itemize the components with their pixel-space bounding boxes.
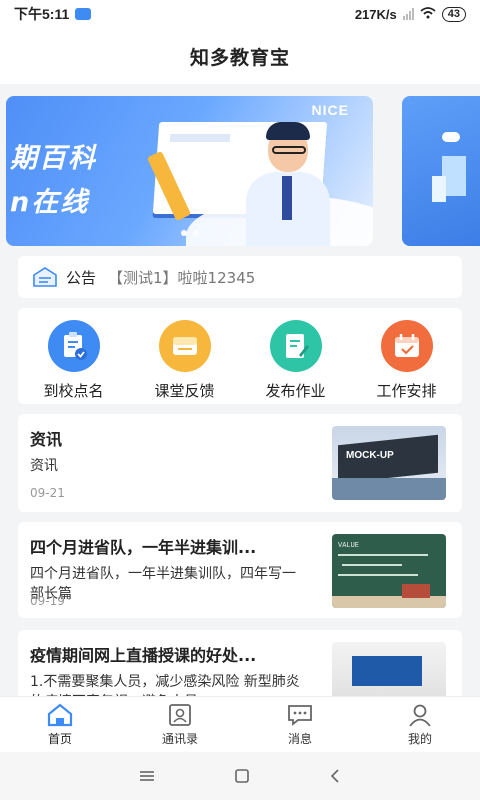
article-date: 09-21 xyxy=(30,486,65,500)
article-thumbnail: VALUE xyxy=(332,534,446,608)
thumbnail-mockup-text: MOCK-UP xyxy=(346,450,394,461)
thumbnail-chalk-text: VALUE xyxy=(338,542,360,550)
shortcut-schedule[interactable]: 工作安排 xyxy=(351,308,462,404)
banner-slide[interactable]: 期百科 n在线 NICE xyxy=(6,96,373,246)
shortcut-grid: 到校点名 课堂反馈 发布作业 工作安排 xyxy=(18,308,462,404)
building-illustration xyxy=(432,176,446,202)
banner-line2: n在线 xyxy=(10,187,90,218)
shortcut-homework[interactable]: 发布作业 xyxy=(240,308,351,404)
contacts-icon xyxy=(169,703,191,726)
article-date: 09-19 xyxy=(30,594,65,608)
calendar-check-icon xyxy=(380,320,433,372)
shortcut-label: 到校点名 xyxy=(43,382,104,400)
tab-label: 我的 xyxy=(407,731,432,746)
cloud-illustration xyxy=(442,132,460,142)
tab-home[interactable]: 首页 xyxy=(0,697,120,752)
announcement-icon xyxy=(33,267,57,287)
article-desc: 四个月进省队，一年半进集训队，四年写一部长篇 xyxy=(30,566,296,602)
cloud-icon xyxy=(75,8,92,20)
article-thumbnail: MOCK-UP xyxy=(332,426,446,500)
feedback-envelope-icon xyxy=(158,320,211,372)
notice-text: 【测试1】啦啦12345 xyxy=(108,268,256,287)
clipboard-check-icon xyxy=(47,320,100,372)
title-bar: 知多教育宝 xyxy=(0,28,480,84)
home-icon xyxy=(47,703,73,726)
status-bar: 下午5:11 217K/s 43 xyxy=(0,0,480,28)
banner-line1: 期百科 xyxy=(10,143,97,174)
tab-label: 通讯录 xyxy=(161,731,198,746)
shortcut-label: 发布作业 xyxy=(265,382,326,400)
home-square-icon[interactable] xyxy=(234,769,250,783)
bottom-tab-bar: 首页 通讯录 消息 我的 xyxy=(0,696,480,752)
status-time: 下午5:11 xyxy=(14,6,70,22)
homework-pen-icon xyxy=(269,320,322,372)
profile-icon xyxy=(409,704,431,727)
tab-label: 首页 xyxy=(47,731,72,746)
carousel-dots xyxy=(180,230,199,236)
shortcut-label: 工作安排 xyxy=(376,382,437,400)
tab-label: 消息 xyxy=(287,731,312,746)
article-title: 四个月进省队，一年半进集训... xyxy=(30,538,257,557)
carousel-dot[interactable] xyxy=(180,230,187,236)
carousel-dot[interactable] xyxy=(192,230,199,236)
page-title: 知多教育宝 xyxy=(189,46,290,69)
tab-messages[interactable]: 消息 xyxy=(240,697,360,752)
article-desc: 资讯 xyxy=(30,458,58,474)
network-speed: 217K/s xyxy=(354,6,397,22)
shortcut-attendance[interactable]: 到校点名 xyxy=(18,308,129,404)
menu-icon[interactable] xyxy=(139,770,155,782)
battery-icon: 43 xyxy=(441,6,466,22)
article-card[interactable]: 四个月进省队，一年半进集训... 四个月进省队，一年半进集训队，四年写一部长篇 … xyxy=(18,522,462,618)
back-icon[interactable] xyxy=(329,769,341,783)
article-title: 疫情期间网上直播授课的好处... xyxy=(30,646,257,665)
tab-contacts[interactable]: 通讯录 xyxy=(120,697,240,752)
article-card[interactable]: 资讯 资讯 09-21 MOCK-UP xyxy=(18,414,462,512)
signal-icon xyxy=(402,8,414,20)
wifi-icon xyxy=(420,6,436,22)
tab-profile[interactable]: 我的 xyxy=(360,697,480,752)
shortcut-label: 课堂反馈 xyxy=(154,382,215,400)
article-title: 资讯 xyxy=(30,430,63,449)
banner-carousel[interactable]: 期百科 n在线 NICE xyxy=(0,96,480,248)
status-right: 217K/s 43 xyxy=(354,6,466,22)
notice-bar[interactable]: 公告 【测试1】啦啦12345 xyxy=(18,256,462,298)
banner-tag: NICE xyxy=(311,102,349,118)
shortcut-feedback[interactable]: 课堂反馈 xyxy=(129,308,240,404)
teacher-illustration xyxy=(246,122,336,246)
notice-label: 公告 xyxy=(66,268,97,287)
message-icon xyxy=(288,704,312,726)
banner-slide-next[interactable] xyxy=(402,96,480,246)
system-nav-bar xyxy=(0,752,480,800)
